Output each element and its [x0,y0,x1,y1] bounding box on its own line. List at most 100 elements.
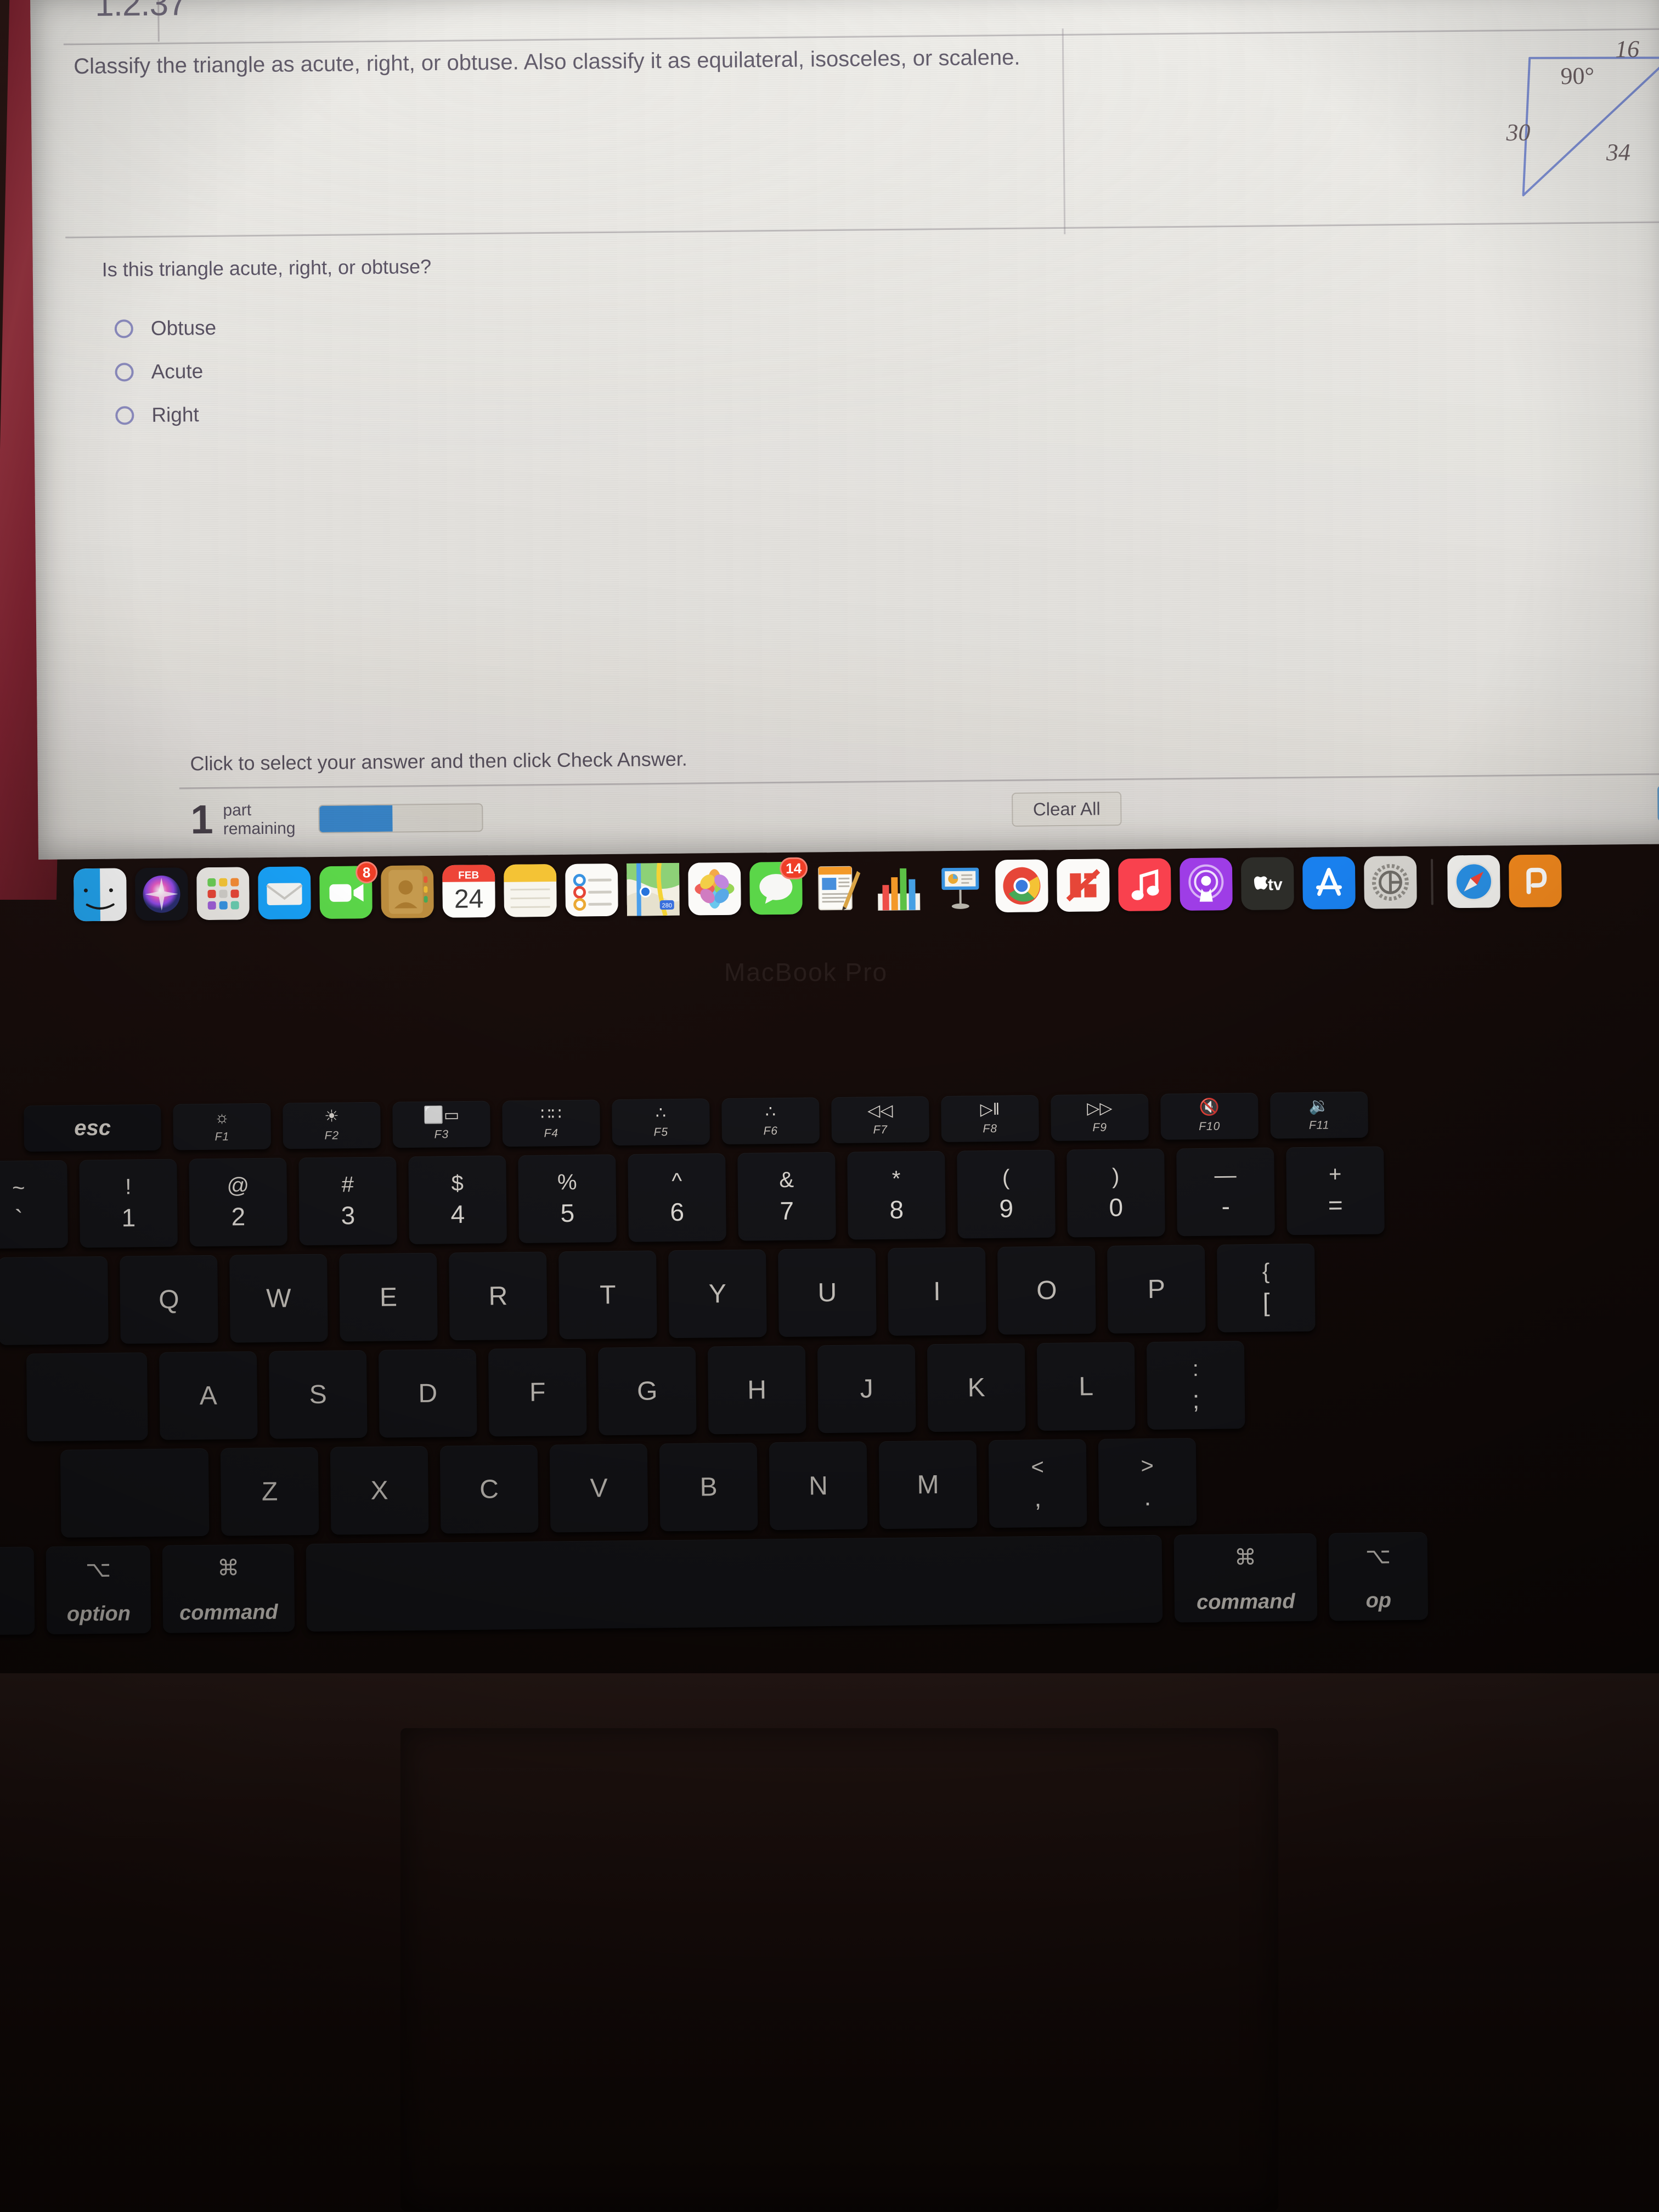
clear-all-button[interactable]: Clear All [1012,791,1122,827]
dock-item-notes[interactable] [504,864,557,917]
key-n[interactable]: N [769,1441,868,1531]
key-9[interactable]: (9 [957,1149,1056,1239]
dock-item-orange-app[interactable] [1509,854,1562,908]
key-b[interactable]: B [659,1442,758,1532]
dock-item-contacts[interactable] [381,865,434,918]
dock-item-podcasts[interactable] [1180,857,1233,911]
key-i[interactable]: I [888,1247,986,1336]
key-w[interactable]: W [229,1254,328,1343]
dock-item-pages[interactable] [811,861,864,915]
key-f10[interactable]: 🔇 F10 [1160,1092,1259,1140]
key-f1[interactable]: ☼ F1 [173,1103,272,1150]
key-f8[interactable]: ▷‖ F8 [941,1095,1040,1142]
exercise-tab-label[interactable]: 1.2.37 [95,0,187,24]
key-f6[interactable]: ∴ F6 [721,1097,820,1145]
answer-option-acute[interactable]: Acute [115,360,217,384]
key-=[interactable]: + = [1286,1146,1385,1235]
key-shift-left[interactable] [60,1448,210,1538]
key-e[interactable]: E [339,1252,438,1342]
dock-item-reminders[interactable] [565,864,618,917]
key-tab[interactable] [0,1256,109,1345]
dock-item-messages[interactable]: 14 [749,857,808,915]
key-f2[interactable]: ☀ F2 [283,1102,381,1149]
key-option-right[interactable]: ⌥ op [1328,1532,1429,1621]
dock-item-appletv[interactable]: tv [1240,857,1294,910]
key-5[interactable]: % 5 [518,1154,617,1243]
key-s[interactable]: S [268,1350,368,1439]
key-a[interactable]: A [159,1351,258,1440]
dock-item-siri[interactable] [135,867,188,921]
key-f[interactable]: F [488,1347,587,1437]
key-shift-label: @ [227,1173,250,1198]
dock-item-safari[interactable] [1447,855,1500,909]
key-f5[interactable]: ∴ F5 [612,1098,710,1146]
dock-item-launchpad[interactable] [196,867,250,921]
key-t[interactable]: T [558,1250,657,1340]
key-semicolon[interactable]: :; [1146,1341,1245,1430]
radio-icon[interactable] [114,319,134,338]
laptop-trackpad[interactable] [400,1728,1278,2211]
key-f9[interactable]: ▷▷ F9 [1051,1093,1149,1141]
key-f11[interactable]: 🔉 F11 [1270,1091,1368,1139]
key--[interactable]: — - [1176,1147,1275,1237]
key-h[interactable]: H [707,1345,806,1435]
key-o[interactable]: O [997,1245,1096,1335]
key-3[interactable]: #3 [298,1156,397,1246]
key-7[interactable]: & 7 [737,1152,836,1241]
key-`[interactable]: ~ ` [0,1160,68,1249]
key-v[interactable]: V [549,1443,648,1533]
key-caps-lock[interactable] [26,1352,148,1442]
key-space[interactable] [306,1534,1163,1632]
key-option-left[interactable]: ⌥ option [46,1545,151,1635]
key-m[interactable]: M [878,1440,978,1530]
key-6[interactable]: ^ 6 [628,1153,726,1242]
dock-item-finder[interactable] [74,868,127,922]
key-bracket-left[interactable]: {[ [1216,1243,1316,1333]
key-0[interactable]: ) 0 [1066,1148,1165,1238]
key-r[interactable]: R [449,1251,548,1341]
dock-item-photos[interactable] [688,862,741,916]
key-f4[interactable]: ∷∷ F4 [502,1099,601,1147]
key-j[interactable]: J [817,1344,916,1434]
key-f3[interactable]: ⬜▭ F3 [392,1101,491,1148]
key-l[interactable]: L [1036,1342,1136,1431]
radio-icon[interactable] [115,406,134,425]
key-control[interactable]: ⌃ ol [0,1547,35,1636]
dock-item-calendar[interactable]: FEB 24 [442,865,495,918]
key-label: 6 [670,1197,685,1226]
dock-item-appstore[interactable] [1302,856,1356,910]
dock-item-chrome[interactable] [995,859,1048,913]
key-c[interactable]: C [439,1444,539,1534]
dock-item-news[interactable] [1057,859,1110,912]
answer-option-right[interactable]: Right [115,403,217,427]
key-p[interactable]: P [1107,1244,1206,1334]
key-period[interactable]: >. [1098,1438,1197,1527]
key-f7[interactable]: ◁◁ F7 [831,1096,930,1143]
key-label: - [1221,1191,1231,1221]
key-k[interactable]: K [927,1343,1026,1432]
dock-item-keynote[interactable] [934,860,987,913]
key-q[interactable]: Q [120,1255,218,1344]
key-x[interactable]: X [330,1446,429,1535]
key-4[interactable]: $4 [408,1155,507,1245]
key-g[interactable]: G [597,1346,697,1436]
dock-item-system-preferences[interactable] [1364,856,1417,909]
key-u[interactable]: U [778,1248,877,1338]
key-2[interactable]: @2 [189,1158,287,1247]
answer-option-obtuse[interactable]: Obtuse [114,317,217,341]
key-z[interactable]: Z [220,1447,319,1536]
key-1[interactable]: ! 1 [79,1159,178,1248]
key-comma[interactable]: <, [988,1439,1087,1528]
key-y[interactable]: Y [668,1249,767,1339]
dock-item-facetime[interactable]: 8 [319,861,378,919]
dock-item-music[interactable] [1118,858,1171,911]
dock-item-numbers[interactable] [872,860,926,913]
key-8[interactable]: * 8 [847,1150,946,1240]
key-command-right[interactable]: ⌘ command [1173,1533,1318,1623]
key-esc[interactable]: esc [24,1104,162,1152]
key-d[interactable]: D [378,1348,477,1438]
dock-item-maps[interactable]: 280 [627,862,680,916]
radio-icon[interactable] [115,363,134,382]
dock-item-mail[interactable] [258,866,311,919]
key-command-left[interactable]: ⌘ command [162,1544,295,1633]
